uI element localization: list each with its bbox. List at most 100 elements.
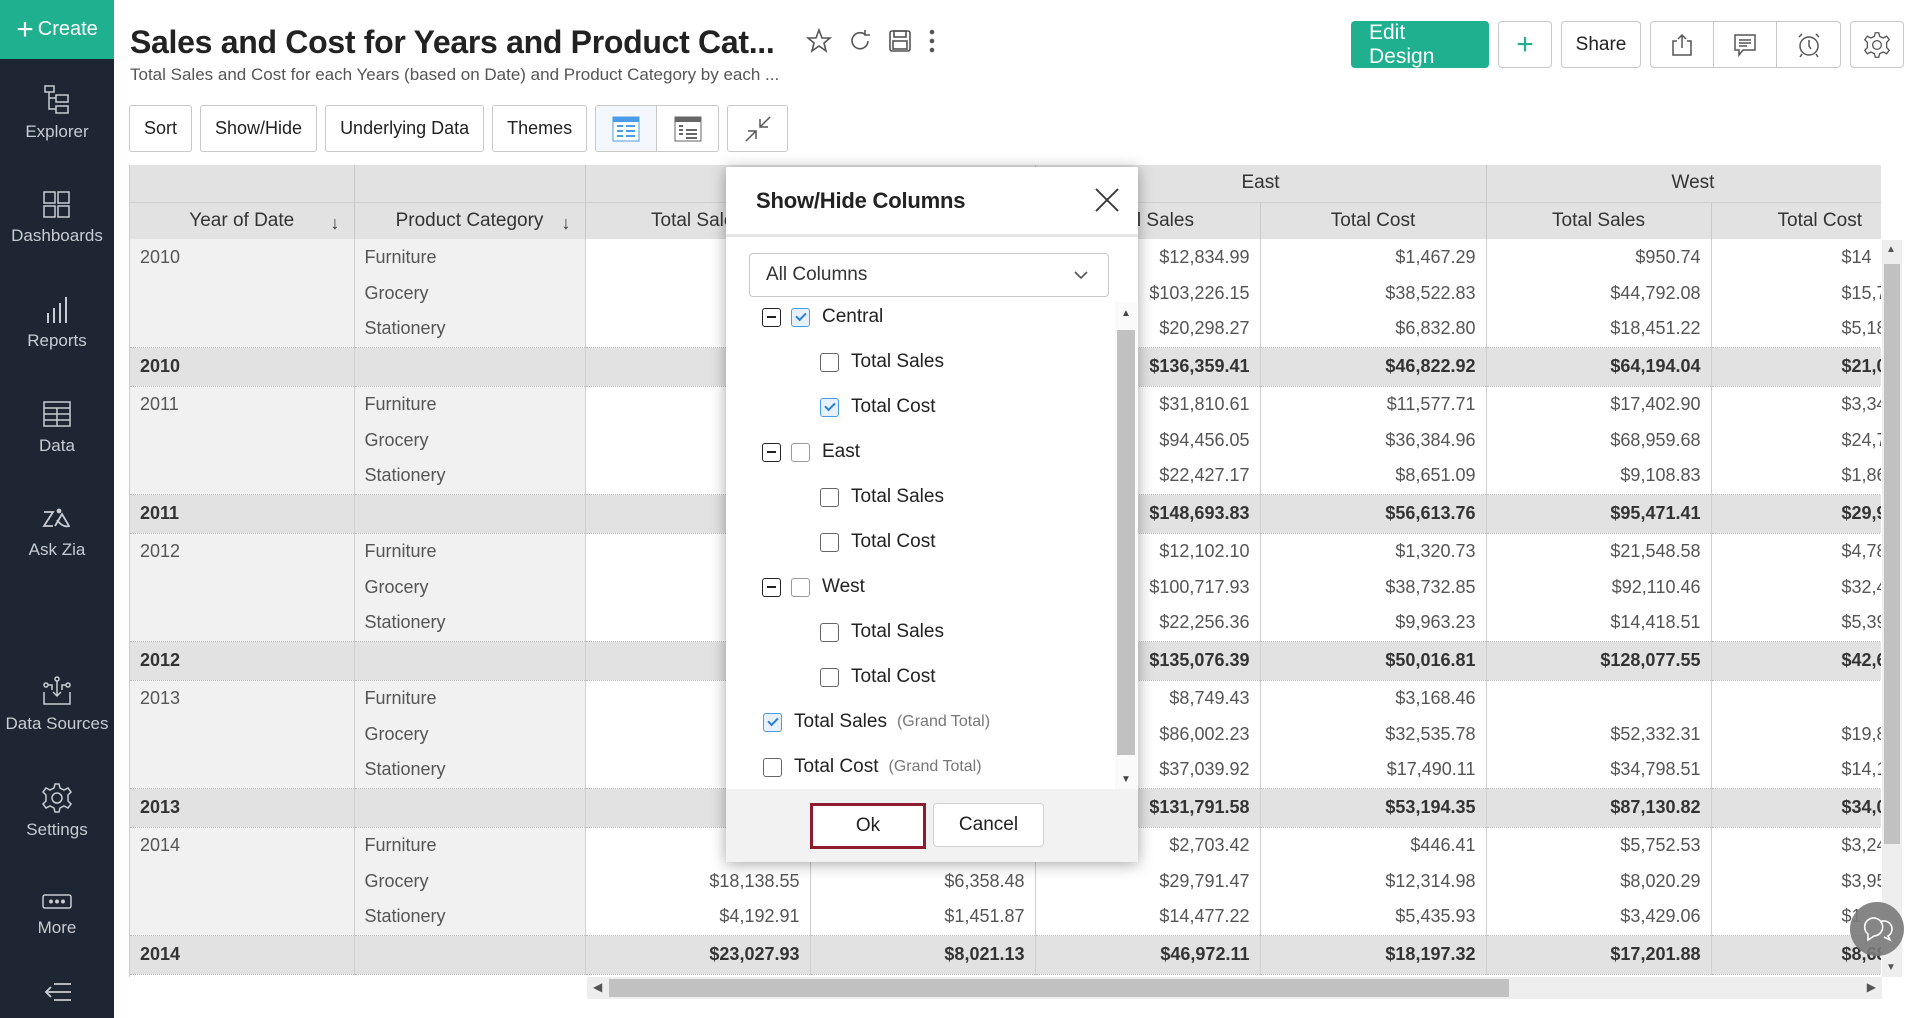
scroll-right-icon[interactable]: ▶ xyxy=(1867,980,1876,994)
value-cell: $34,798.51 xyxy=(1486,752,1712,788)
create-label: Create xyxy=(37,18,98,40)
scroll-left-icon[interactable]: ◀ xyxy=(593,980,602,994)
fit-to-screen-button[interactable] xyxy=(727,105,789,152)
tree-item-west[interactable]: West xyxy=(762,572,865,602)
underlying-data-button[interactable]: Underlying Data xyxy=(325,105,485,152)
value-cell: $3,429.06 xyxy=(1486,899,1712,935)
chat-support-button[interactable] xyxy=(1850,902,1904,956)
export-icon[interactable] xyxy=(1651,22,1714,67)
tree-item-grand-total-cost[interactable]: Total Cost (Grand Total) xyxy=(763,752,982,782)
tree-item-central[interactable]: Central xyxy=(762,302,883,332)
value-cell: $32,535.78 xyxy=(1260,716,1487,752)
tree-item-east-total-cost[interactable]: Total Cost xyxy=(820,527,935,557)
scroll-up-icon[interactable]: ▲ xyxy=(1121,308,1131,319)
collapse-icon[interactable] xyxy=(762,307,781,327)
share-button[interactable]: Share xyxy=(1561,21,1641,68)
collapse-sidebar-icon[interactable] xyxy=(44,982,72,1007)
collapse-icon[interactable] xyxy=(762,577,781,597)
settings-icon xyxy=(42,783,72,813)
sort-arrow-icon[interactable]: ↓ xyxy=(331,213,340,234)
value-cell: $1,86 xyxy=(1711,458,1881,494)
comment-icon[interactable] xyxy=(1714,22,1777,67)
star-icon[interactable] xyxy=(806,28,832,54)
checkbox[interactable] xyxy=(791,307,810,327)
horizontal-scroll-thumb[interactable] xyxy=(609,979,1509,997)
cancel-button[interactable]: Cancel xyxy=(933,803,1044,847)
column-header-year[interactable]: Year of Date ↓ xyxy=(130,202,355,239)
sidebar-item-more[interactable]: More xyxy=(0,892,114,938)
value-cell: $950.74 xyxy=(1486,239,1712,275)
scroll-down-icon[interactable]: ▼ xyxy=(1886,962,1896,973)
close-icon[interactable] xyxy=(1092,185,1122,220)
show-hide-button[interactable]: Show/Hide xyxy=(200,105,318,152)
ok-button[interactable]: Ok xyxy=(810,803,926,849)
edit-design-button[interactable]: Edit Design xyxy=(1351,21,1489,68)
checkbox[interactable] xyxy=(820,667,839,687)
sidebar-item-dashboards[interactable]: Dashboards xyxy=(0,190,114,246)
category-cell: Stationery xyxy=(354,899,586,935)
alarm-icon[interactable] xyxy=(1777,22,1840,67)
value-cell: $15,74 xyxy=(1711,275,1881,311)
sidebar-item-explorer[interactable]: Explorer xyxy=(0,84,114,142)
sidebar-item-settings[interactable]: Settings xyxy=(0,782,114,840)
column-header-product-category[interactable]: Product Category ↓ xyxy=(354,202,586,239)
summary-view-icon xyxy=(674,116,702,141)
summary-view-button[interactable] xyxy=(657,106,718,151)
checkbox[interactable] xyxy=(820,352,839,372)
themes-button[interactable]: Themes xyxy=(492,105,588,152)
add-button[interactable]: + xyxy=(1498,21,1552,68)
dialog-scroll-thumb[interactable] xyxy=(1117,330,1135,755)
checkbox[interactable] xyxy=(820,487,839,507)
scroll-down-icon[interactable]: ▼ xyxy=(1121,774,1131,785)
horizontal-scrollbar[interactable]: ◀ ▶ xyxy=(587,977,1882,999)
more-vertical-icon[interactable] xyxy=(928,28,936,54)
checkbox[interactable] xyxy=(791,442,810,462)
report-toolbar: Sort Show/Hide Underlying Data Themes xyxy=(129,105,789,152)
category-cell: Stationery xyxy=(354,752,586,788)
sort-arrow-icon[interactable]: ↓ xyxy=(562,213,571,234)
save-icon[interactable] xyxy=(888,29,912,53)
checkbox[interactable] xyxy=(820,532,839,552)
tree-item-central-total-sales[interactable]: Total Sales xyxy=(820,347,944,377)
checkbox[interactable] xyxy=(820,622,839,642)
checkbox[interactable] xyxy=(763,757,782,777)
tree-item-east[interactable]: East xyxy=(762,437,860,467)
tree-item-grand-total-sales[interactable]: Total Sales (Grand Total) xyxy=(763,707,990,737)
value-cell: $8,020.29 xyxy=(1486,863,1712,899)
value-cell: $50,016.81 xyxy=(1260,640,1487,681)
tabular-view-button[interactable] xyxy=(596,106,658,151)
year-cell: 2010 xyxy=(130,239,355,275)
checkbox[interactable] xyxy=(763,712,782,732)
sidebar-item-reports[interactable]: Reports xyxy=(0,295,114,351)
column-filter-select[interactable]: All Columns xyxy=(749,253,1109,297)
tree-item-west-total-sales[interactable]: Total Sales xyxy=(820,617,944,647)
dashboards-icon xyxy=(43,191,70,218)
scroll-up-icon[interactable]: ▲ xyxy=(1886,244,1896,255)
tree-item-west-total-cost[interactable]: Total Cost xyxy=(820,662,935,692)
sidebar-item-data-sources[interactable]: Data Sources xyxy=(0,676,114,734)
category-cell: Furniture xyxy=(354,827,586,863)
tree-item-east-total-sales[interactable]: Total Sales xyxy=(820,482,944,512)
refresh-icon[interactable] xyxy=(848,29,872,53)
category-cell: Stationery xyxy=(354,605,586,641)
year-cell xyxy=(130,569,355,605)
settings-button[interactable] xyxy=(1850,21,1904,68)
checkbox[interactable] xyxy=(820,397,839,417)
vertical-scrollbar[interactable]: ▲ ▼ xyxy=(1882,240,1902,977)
value-cell: $46,822.92 xyxy=(1260,346,1487,387)
collapse-icon[interactable] xyxy=(762,442,781,462)
value-cell: $21,548.58 xyxy=(1486,533,1712,569)
create-button[interactable]: + Create xyxy=(0,0,114,59)
dialog-scrollbar[interactable]: ▲ ▼ xyxy=(1115,302,1137,789)
year-cell xyxy=(130,275,355,311)
checkbox[interactable] xyxy=(791,577,810,597)
year-cell xyxy=(130,458,355,494)
tree-item-central-total-cost[interactable]: Total Cost xyxy=(820,392,935,422)
value-cell: $4,78 xyxy=(1711,533,1881,569)
category-cell: Furniture xyxy=(354,386,586,422)
sort-button[interactable]: Sort xyxy=(129,105,193,152)
sidebar-item-data[interactable]: Data xyxy=(0,400,114,456)
vertical-scroll-thumb[interactable] xyxy=(1884,264,1900,844)
value-cell: $36,384.96 xyxy=(1260,422,1487,458)
sidebar-item-ask-zia[interactable]: Ask Zia xyxy=(0,506,114,560)
